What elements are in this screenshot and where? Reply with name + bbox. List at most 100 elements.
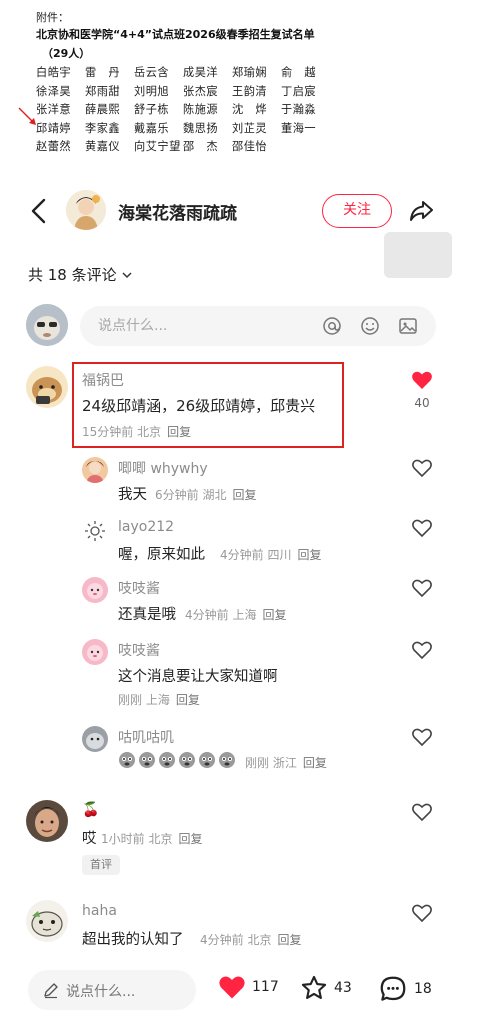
heart-filled-icon xyxy=(219,976,245,999)
comment-username[interactable]: 吱吱酱 xyxy=(118,578,160,598)
commenter-avatar[interactable] xyxy=(82,577,108,603)
comment-count[interactable]: 共 18 条评论 xyxy=(28,264,133,285)
post-comment-button[interactable]: 18 xyxy=(378,974,432,1004)
comment-meta: 4分钟前 四川 回复 xyxy=(220,546,321,563)
name-row: 白皓宇 雷 丹 岳云含 成昊洋 郑瑜娴 俞 越 xyxy=(36,64,336,83)
name-cell: 刘明旭 xyxy=(134,84,170,98)
commenter-avatar[interactable] xyxy=(82,518,108,544)
comment-meta: 1小时前 北京 回复 xyxy=(101,830,202,847)
comment-username[interactable]: layo212 xyxy=(118,519,174,535)
comment-time-location: 4分钟前 上海 xyxy=(185,608,257,622)
commenter-avatar[interactable] xyxy=(82,639,108,665)
name-cell: 丁启宸 xyxy=(281,84,317,98)
name-cell: 舒子栋 xyxy=(134,103,170,117)
comment-input[interactable] xyxy=(98,306,308,346)
name-cell: 郑雨甜 xyxy=(85,84,121,98)
comment-count-label: 共 18 条评论 xyxy=(28,266,117,284)
post-collect-button[interactable]: 43 xyxy=(300,974,352,1002)
heart-outline-icon[interactable] xyxy=(411,727,433,747)
reply-button[interactable]: 回复 xyxy=(178,832,202,846)
comment-meta: 4分钟前 北京 回复 xyxy=(200,931,301,948)
commenter-avatar[interactable] xyxy=(82,726,108,752)
comment-input-box[interactable] xyxy=(80,306,436,346)
pencil-icon xyxy=(44,983,58,999)
comment-time-location: 4分钟前 北京 xyxy=(200,933,272,947)
name-cell: 董海一 xyxy=(281,121,317,135)
reply-button[interactable]: 回复 xyxy=(303,756,327,770)
name-cell: 张杰宸 xyxy=(183,84,219,98)
post-comment-count: 18 xyxy=(414,981,432,997)
like-count: 40 xyxy=(414,396,430,410)
name-list: 白皓宇 雷 丹 岳云含 成昊洋 郑瑜娴 俞 越 徐泽昊 郑雨甜 刘明旭 张杰宸 … xyxy=(36,64,336,157)
commenter-avatar[interactable] xyxy=(26,900,68,942)
attachment-count: （29人） xyxy=(42,47,91,60)
back-arrow-icon[interactable] xyxy=(28,197,50,225)
comment-meta: 刚刚 浙江 回复 xyxy=(245,754,327,771)
comment-text: 这个消息要让大家知道啊 xyxy=(118,669,278,685)
post-collect-count: 43 xyxy=(334,980,352,996)
follow-button[interactable]: 关注 xyxy=(322,194,392,228)
author-avatar[interactable] xyxy=(66,190,106,230)
reply-button[interactable]: 回复 xyxy=(176,693,200,707)
grey-overlay xyxy=(384,232,452,278)
crying-face-icon xyxy=(119,752,135,768)
name-cell: 俞 越 xyxy=(281,66,317,79)
name-row: 张洋意 薛晨熙 舒子栋 陈施源 沈 烨 于瀚淼 xyxy=(36,101,336,120)
post-like-button[interactable]: 117 xyxy=(218,974,279,1000)
name-cell: 赵蕾然 xyxy=(36,140,72,154)
heart-outline-icon[interactable] xyxy=(411,640,433,660)
highlight-box xyxy=(72,362,344,448)
my-avatar xyxy=(26,304,68,346)
comment-text: 我天 xyxy=(118,487,147,503)
name-cell: 岳云含 xyxy=(134,66,170,79)
red-arrow-icon xyxy=(18,107,36,125)
first-comment-badge: 首评 xyxy=(82,855,120,875)
bottom-comment-input[interactable]: 说点什么... xyxy=(28,970,196,1010)
attachment-document: 附件： 北京协和医学院“4+4”试点班2026级春季招生复试名单 （29人） 白… xyxy=(0,0,477,170)
attachment-label: 附件： xyxy=(36,11,69,24)
commenter-avatar[interactable] xyxy=(82,457,108,483)
reply-button[interactable]: 回复 xyxy=(297,548,321,562)
comment-username[interactable]: 🍒 xyxy=(82,802,99,818)
reply-button[interactable]: 回复 xyxy=(232,488,256,502)
comment-username[interactable]: haha xyxy=(82,903,117,919)
comment-time-location: 6分钟前 湖北 xyxy=(155,488,227,502)
comment-username[interactable]: 唧唧 whywhy xyxy=(118,458,208,478)
heart-outline-icon[interactable] xyxy=(411,458,433,478)
name-cell: 沈 烨 xyxy=(232,103,268,117)
heart-outline-icon[interactable] xyxy=(411,518,433,538)
comment-time-location: 刚刚 浙江 xyxy=(245,756,297,770)
comment-text: 超出我的认知了 xyxy=(82,932,184,948)
chevron-down-icon xyxy=(122,271,132,278)
star-icon xyxy=(301,975,327,999)
comment-text: 还真是哦 xyxy=(118,607,176,623)
heart-outline-icon[interactable] xyxy=(411,578,433,598)
emoji-row xyxy=(118,751,236,769)
name-cell: 魏思扬 xyxy=(183,121,219,135)
reply-button[interactable]: 回复 xyxy=(262,608,286,622)
comment-time-location: 1小时前 北京 xyxy=(101,832,173,846)
reply-button[interactable]: 回复 xyxy=(277,933,301,947)
emoji-icon[interactable] xyxy=(360,316,380,336)
comment-text: 喔，原来如此 xyxy=(118,547,205,563)
post-header: 海棠花落雨疏疏 关注 xyxy=(0,185,477,237)
crying-face-icon xyxy=(179,752,195,768)
commenter-avatar[interactable] xyxy=(26,366,68,408)
comment-text: 哎 xyxy=(82,831,97,847)
name-cell: 郑瑜娴 xyxy=(232,66,268,79)
at-mention-icon[interactable] xyxy=(322,316,342,336)
commenter-avatar[interactable] xyxy=(26,800,68,842)
crying-face-icon xyxy=(139,752,155,768)
heart-filled-icon[interactable] xyxy=(411,370,433,390)
share-icon[interactable] xyxy=(407,197,435,225)
bottom-input-label: 说点什么... xyxy=(66,984,136,1000)
heart-outline-icon[interactable] xyxy=(411,802,433,822)
comment-username[interactable]: 吱吱酱 xyxy=(118,640,160,660)
image-icon[interactable] xyxy=(398,316,418,336)
heart-outline-icon[interactable] xyxy=(411,903,433,923)
name-cell: 王韵清 xyxy=(232,84,268,98)
crying-face-icon xyxy=(219,752,235,768)
comment-username[interactable]: 咕叽咕叽 xyxy=(118,727,174,747)
bottom-action-bar: 说点什么... 117 43 18 xyxy=(0,960,477,1024)
author-name[interactable]: 海棠花落雨疏疏 xyxy=(118,199,237,224)
